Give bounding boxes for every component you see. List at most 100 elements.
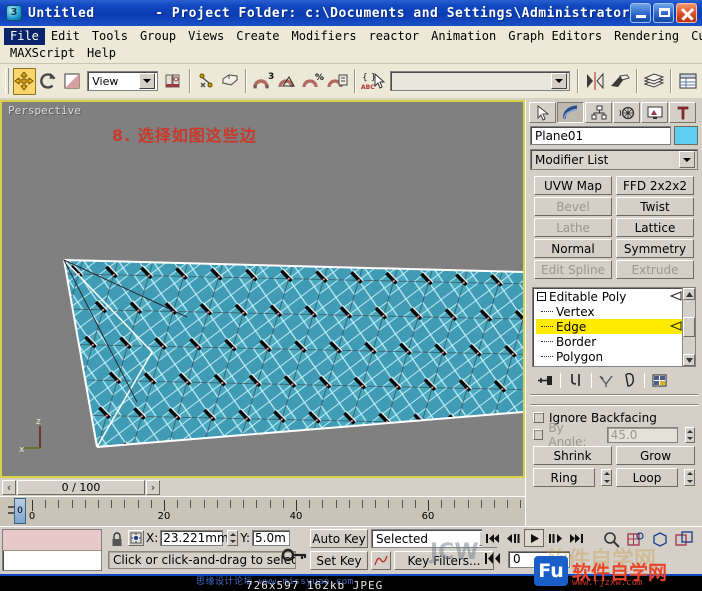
menu-item-customize[interactable]: Customize (685, 28, 702, 45)
key-icon[interactable] (282, 547, 308, 563)
ring-spinner[interactable] (601, 469, 612, 486)
modifier-button-symmetry[interactable]: Symmetry (616, 239, 694, 258)
menu-item-maxscript[interactable]: MAXScript (4, 45, 81, 62)
previous-frame-button[interactable] (503, 529, 523, 547)
time-slider-thumb[interactable]: 0 (14, 498, 26, 524)
use-center-flyout[interactable] (162, 68, 185, 95)
menu-item-views[interactable]: Views (182, 28, 230, 45)
loop-button[interactable]: Loop (616, 468, 678, 487)
menu-item-tools[interactable]: Tools (86, 28, 134, 45)
modifier-button-uvw-map[interactable]: UVW Map (534, 176, 612, 195)
utilities-tab[interactable] (669, 102, 696, 123)
toolbar-grip[interactable] (5, 68, 9, 94)
next-frame-button[interactable] (545, 529, 565, 547)
zoom-button[interactable] (600, 529, 623, 549)
maxscript-mini-listener[interactable] (2, 529, 102, 571)
goto-end-button[interactable] (566, 529, 586, 547)
modifier-button-normal[interactable]: Normal (534, 239, 612, 258)
sub-object-active-icon[interactable] (670, 321, 682, 332)
play-animation-button[interactable] (524, 529, 544, 547)
layer-manager[interactable] (642, 68, 666, 95)
key-filters-button[interactable]: Key Filters... (394, 551, 494, 570)
next-frame-small-button[interactable]: › (146, 479, 160, 495)
perspective-viewport[interactable]: Perspective 8. 选择如图这些边 z x (0, 100, 525, 478)
hierarchy-tab[interactable] (585, 102, 612, 123)
mirror-tool[interactable] (583, 68, 607, 95)
zoom-region-button[interactable] (672, 529, 695, 549)
angle-snap-toggle[interactable] (276, 68, 300, 95)
grow-button[interactable]: Grow (616, 446, 695, 465)
stack-item-edge[interactable]: Edge (536, 319, 682, 334)
percent-snap-toggle[interactable]: % (301, 68, 325, 95)
display-tab[interactable] (641, 102, 668, 123)
select-and-rotate-tool[interactable] (37, 68, 60, 95)
scroll-down-button[interactable] (683, 354, 695, 366)
spinner-snap-toggle[interactable] (326, 68, 350, 95)
modifier-stack-scrollbar[interactable] (682, 288, 695, 366)
zoom-all-button[interactable] (624, 529, 647, 549)
named-selection-set-field[interactable] (390, 71, 570, 91)
menu-item-help[interactable]: Help (81, 45, 122, 62)
zoom-extents-button[interactable] (648, 529, 671, 549)
menu-item-create[interactable]: Create (230, 28, 285, 45)
align-tool[interactable] (608, 68, 632, 95)
pin-stack-button[interactable] (534, 371, 556, 389)
menu-item-animation[interactable]: Animation (425, 28, 502, 45)
set-key-button[interactable]: Set Key (310, 551, 368, 570)
select-and-scale-tool[interactable] (60, 68, 83, 95)
collapse-box-icon[interactable]: − (537, 292, 546, 301)
stack-item-vertex[interactable]: Vertex (536, 304, 682, 319)
selection-filter-combo[interactable]: Selected (371, 529, 497, 548)
select-and-move-tool[interactable] (12, 67, 36, 95)
default-in-out-tangent-button[interactable] (371, 551, 391, 570)
viewport-canvas[interactable]: Perspective 8. 选择如图这些边 z x (2, 102, 523, 476)
stack-item-element[interactable]: Element (536, 364, 682, 367)
make-unique-button[interactable] (596, 371, 618, 389)
menu-item-edit[interactable]: Edit (45, 28, 86, 45)
menu-item-reactor[interactable]: reactor (363, 28, 426, 45)
stack-item-polygon[interactable]: Polygon (536, 349, 682, 364)
ignore-backfacing-checkbox[interactable] (533, 412, 544, 423)
current-frame-display[interactable]: 0 / 100 (17, 479, 145, 495)
by-angle-spinner[interactable] (684, 426, 695, 443)
select-and-link[interactable] (195, 68, 218, 95)
modifier-list-combo[interactable]: Modifier List (530, 149, 698, 170)
chevron-down-icon[interactable] (679, 151, 695, 168)
listener-input-line[interactable] (3, 530, 101, 551)
menu-item-modifiers[interactable]: Modifiers (286, 28, 363, 45)
configure-modifier-sets-button[interactable] (649, 371, 671, 389)
object-name-field[interactable]: Plane01 (530, 126, 671, 145)
ring-button[interactable]: Ring (533, 468, 595, 487)
x-value-field[interactable]: 23.221mm (160, 530, 229, 546)
show-end-result-button[interactable] (565, 371, 587, 389)
auto-key-button[interactable]: Auto Key (310, 529, 368, 548)
curve-editor[interactable] (676, 68, 700, 95)
chevron-down-icon[interactable] (138, 73, 155, 89)
modify-tab[interactable] (557, 102, 584, 123)
by-angle-checkbox[interactable] (533, 429, 544, 440)
y-value-field[interactable]: 5.0m (252, 530, 291, 546)
minimize-button[interactable] (630, 3, 651, 23)
create-tab[interactable] (529, 102, 556, 123)
scroll-up-button[interactable] (683, 288, 695, 300)
key-mode-toggle-button[interactable] (484, 551, 504, 566)
chevron-down-icon[interactable] (550, 73, 567, 89)
modifier-stack[interactable]: − Editable Poly Vertex Edge Border Polyg… (532, 287, 696, 367)
modifier-button-bevel[interactable]: Bevel (534, 197, 612, 216)
modifier-button-lattice[interactable]: Lattice (616, 218, 694, 237)
modifier-button-edit-spline[interactable]: Edit Spline (534, 260, 612, 279)
menu-item-file[interactable]: File (4, 28, 45, 45)
show-end-result-bulb-icon[interactable] (670, 291, 682, 302)
modifier-button-extrude[interactable]: Extrude (616, 260, 694, 279)
loop-spinner[interactable] (684, 469, 695, 486)
snap-toggle-3[interactable]: 3 (251, 68, 275, 95)
stack-item-editable-poly[interactable]: − Editable Poly (536, 289, 682, 304)
menu-item-group[interactable]: Group (134, 28, 182, 45)
bind-to-space-warp[interactable] (218, 68, 241, 95)
absolute-relative-toggle[interactable] (128, 530, 144, 546)
modifier-button-twist[interactable]: Twist (616, 197, 694, 216)
reference-coordinate-system-combo[interactable]: View (87, 71, 158, 91)
object-color-swatch[interactable] (674, 126, 698, 145)
lock-selection-icon[interactable] (110, 532, 124, 548)
close-button[interactable] (676, 3, 697, 23)
